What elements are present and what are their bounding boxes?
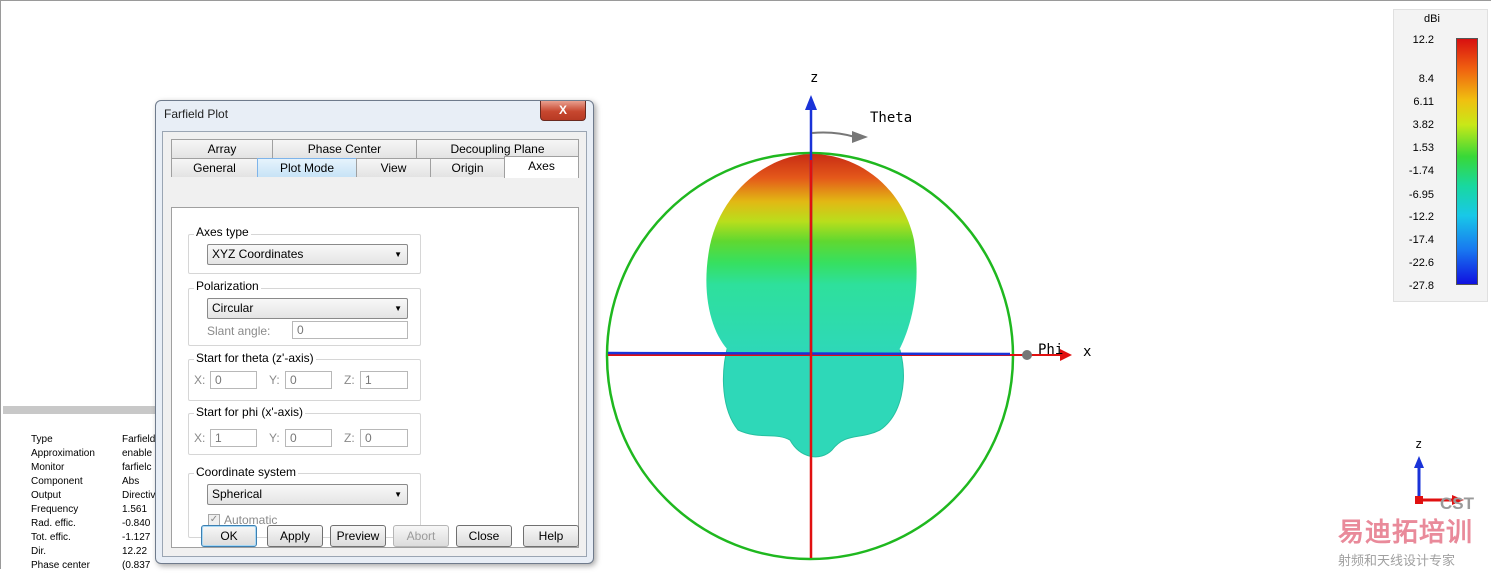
- info-value: (0.837: [122, 560, 151, 571]
- tab-phase-center[interactable]: Phase Center: [272, 139, 417, 158]
- info-key: Approximation: [31, 448, 95, 459]
- tab-plot-mode[interactable]: Plot Mode: [257, 158, 357, 177]
- axes-type-select[interactable]: XYZ Coordinates ▼: [207, 244, 408, 265]
- colorbar-tick: -12.2: [1408, 211, 1434, 223]
- chevron-down-icon: ▼: [394, 250, 402, 259]
- colorbar-tick: -6.95: [1408, 189, 1434, 201]
- info-value: 12.22: [122, 546, 148, 557]
- info-key: Type: [31, 434, 53, 445]
- theta-start-label: Start for theta (z'-axis): [194, 351, 316, 365]
- abort-button: Abort: [393, 525, 449, 547]
- tab-axes[interactable]: Axes: [504, 156, 579, 178]
- phi-z-label: Z:: [344, 431, 355, 445]
- theta-z-input[interactable]: 1: [360, 371, 408, 389]
- info-value: -0.840: [122, 518, 151, 529]
- theta-x-input[interactable]: 0: [210, 371, 257, 389]
- info-key: Tot. effic.: [31, 532, 71, 543]
- colorbar-tick: -17.4: [1408, 234, 1434, 246]
- z-axis-label: z: [810, 70, 819, 86]
- coordinate-system-label: Coordinate system: [194, 465, 299, 479]
- info-value: Directiv: [122, 490, 156, 501]
- close-window-button[interactable]: X: [540, 101, 586, 121]
- axes-tab-panel: Axes type XYZ Coordinates ▼ Polarization …: [171, 207, 579, 548]
- info-key: Phase center: [31, 560, 90, 571]
- info-key: Monitor: [31, 462, 65, 473]
- mini-origin: [1415, 496, 1423, 504]
- theta-arc: [811, 131, 856, 138]
- tab-general[interactable]: General: [171, 158, 258, 177]
- slant-angle-label: Slant angle:: [207, 324, 271, 338]
- ok-button[interactable]: OK: [201, 525, 257, 547]
- axes-type-label: Axes type: [194, 225, 251, 239]
- colorbar-tick: 8.4: [1418, 73, 1434, 85]
- theta-x-label: X:: [194, 373, 206, 387]
- info-key: Frequency: [31, 504, 79, 515]
- z-axis-arrow: [805, 95, 817, 110]
- cst-brand: CST: [1440, 494, 1474, 513]
- theta-z-label: Z:: [344, 373, 355, 387]
- theta-arrow: [852, 131, 868, 143]
- info-value: -1.127: [122, 532, 151, 543]
- watermark-subtitle: 射频和天线设计专家: [1338, 553, 1456, 568]
- tab-array[interactable]: Array: [171, 139, 273, 158]
- phi-x-label: X:: [194, 431, 206, 445]
- apply-button[interactable]: Apply: [267, 525, 323, 547]
- dialog-body: Array Phase Center Decoupling Plane Gene…: [162, 131, 587, 557]
- info-value: farfielc: [122, 462, 152, 473]
- theta-y-input[interactable]: 0: [285, 371, 332, 389]
- info-key: Output: [31, 490, 62, 501]
- colorbar-tick: -1.74: [1408, 165, 1434, 177]
- result-info-panel: Type Farfield Approximation enable Monitor fa…: [3, 406, 163, 571]
- lobe-lower: [722, 344, 904, 458]
- info-key: Rad. effic.: [31, 518, 76, 529]
- mini-z-arrow: [1414, 456, 1424, 468]
- colorbar-gradient: [1456, 38, 1478, 285]
- info-key: Dir.: [31, 546, 46, 557]
- colorbar-tick: 3.82: [1412, 119, 1434, 131]
- info-value: 1.561: [122, 504, 148, 515]
- colorbar-tick: 12.2: [1412, 34, 1434, 46]
- axis-end-marker: [1022, 350, 1032, 360]
- theta-y-label: Y:: [269, 373, 280, 387]
- theta-label: Theta: [870, 110, 913, 126]
- colorbar-tick: -27.8: [1408, 280, 1434, 292]
- dialog-title: Farfield Plot: [164, 107, 229, 121]
- info-value: Abs: [122, 476, 140, 487]
- preview-button[interactable]: Preview: [330, 525, 386, 547]
- phi-y-label: Y:: [269, 431, 280, 445]
- mini-z-label: z: [1415, 437, 1423, 451]
- help-button[interactable]: Help: [523, 525, 579, 547]
- horizontal-blue-axis: [607, 351, 1011, 356]
- info-value: enable: [122, 448, 153, 459]
- colorbar-tick: 6.11: [1413, 96, 1434, 108]
- colorbar-tick: 1.53: [1412, 142, 1434, 154]
- tab-origin[interactable]: Origin: [430, 158, 505, 177]
- info-value: Farfield: [122, 434, 156, 445]
- phi-x-input[interactable]: 1: [210, 429, 257, 447]
- info-key: Component: [31, 476, 83, 487]
- tab-view[interactable]: View: [356, 158, 431, 177]
- chevron-down-icon: ▼: [394, 490, 402, 499]
- colorbar-tick: -22.6: [1408, 257, 1434, 269]
- farfield-plot-dialog: Farfield Plot X Array Phase Center Decou…: [155, 100, 594, 564]
- phi-start-label: Start for phi (x'-axis): [194, 405, 305, 419]
- close-button[interactable]: Close: [456, 525, 512, 547]
- polarization-select[interactable]: Circular ▼: [207, 298, 408, 319]
- polarization-label: Polarization: [194, 279, 261, 293]
- watermark-title: 易迪拓培训: [1338, 517, 1474, 547]
- slant-angle-input[interactable]: 0: [292, 321, 408, 339]
- phi-label: Phi: [1038, 342, 1064, 358]
- x-axis-label: x: [1083, 344, 1092, 360]
- phi-y-input[interactable]: 0: [285, 429, 332, 447]
- colorbar-unit: dBi: [1424, 13, 1440, 25]
- chevron-down-icon: ▼: [394, 304, 402, 313]
- phi-z-input[interactable]: 0: [360, 429, 408, 447]
- coordinate-system-select[interactable]: Spherical ▼: [207, 484, 408, 505]
